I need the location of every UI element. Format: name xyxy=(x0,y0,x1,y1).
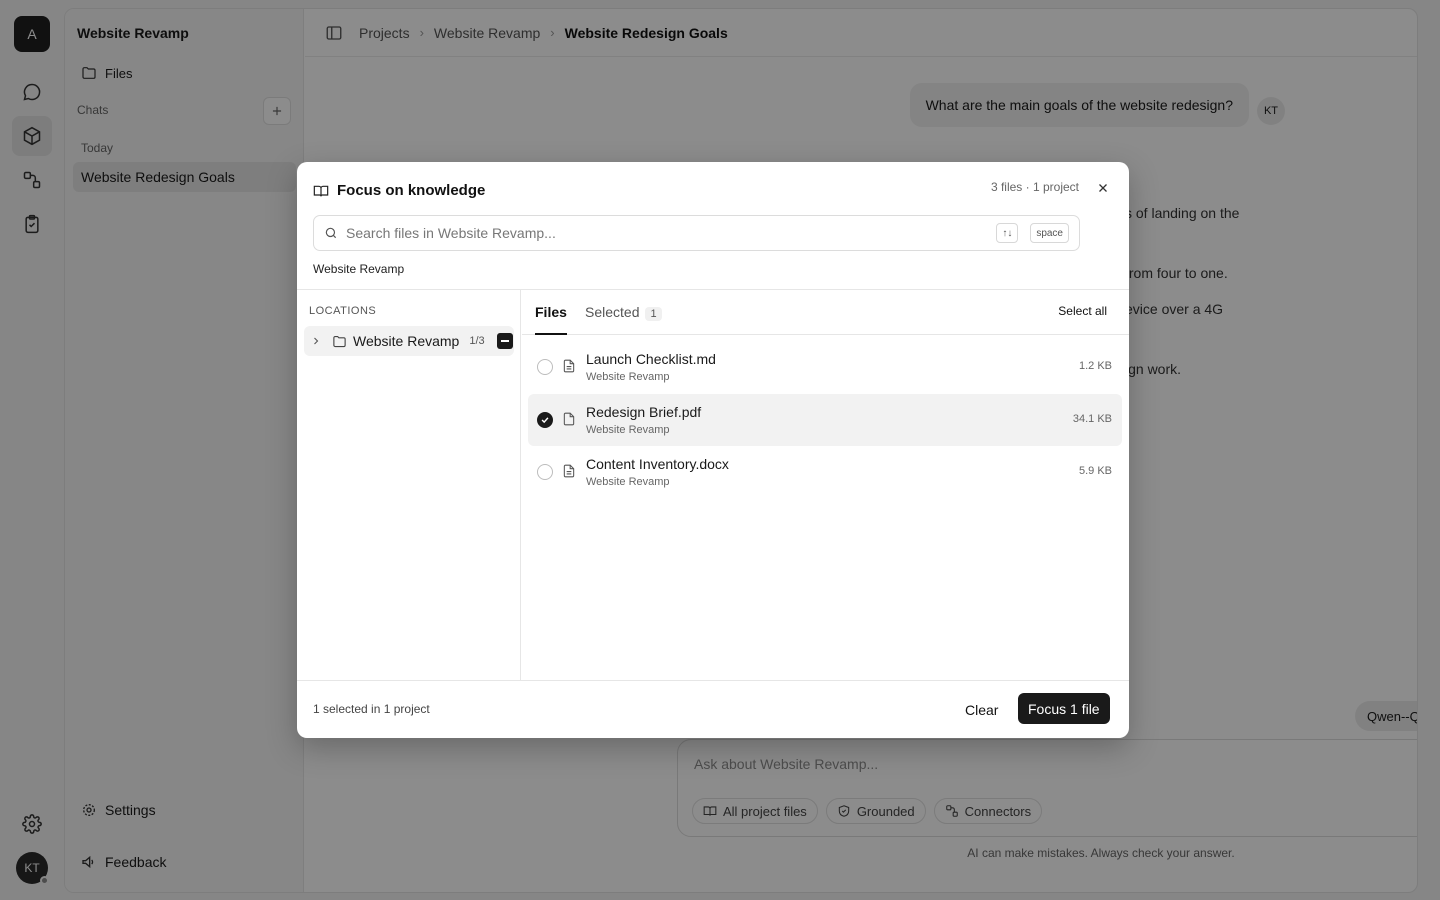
file-name: Redesign Brief.pdf xyxy=(586,404,702,420)
file-location: Website Revamp xyxy=(586,476,670,488)
file-search: ↑↓ space xyxy=(313,215,1080,251)
files-panel: Files Selected 1 Select all Launch Checkl… xyxy=(522,290,1129,680)
book-open-icon xyxy=(313,183,329,199)
file-row[interactable]: Redesign Brief.pdf Website Revamp 34.1 K… xyxy=(528,394,1122,446)
chevron-right-icon[interactable] xyxy=(310,335,322,347)
files-tabs: Files Selected 1 Select all xyxy=(522,290,1129,335)
select-all-button[interactable]: Select all xyxy=(1058,304,1107,318)
focus-files-button[interactable]: Focus 1 file xyxy=(1018,693,1110,724)
location-name: Website Revamp xyxy=(353,333,460,349)
modal-file-count: 3 files · 1 project xyxy=(990,180,1079,194)
search-icon xyxy=(324,226,338,240)
tab-files[interactable]: Files xyxy=(535,304,567,335)
modal-body: LOCATIONS Website Revamp 1/3 Files Selec… xyxy=(297,289,1129,681)
kbd-space: space xyxy=(1030,223,1069,243)
modal-title-text: Focus on knowledge xyxy=(337,182,486,199)
tab-selected[interactable]: Selected 1 xyxy=(585,304,662,335)
file-row[interactable]: Content Inventory.docx Website Revamp 5.… xyxy=(528,446,1122,498)
search-scope: Website Revamp xyxy=(313,262,405,276)
tab-selected-label: Selected xyxy=(585,304,640,320)
file-size: 5.9 KB xyxy=(1078,465,1112,477)
search-input[interactable] xyxy=(346,225,989,241)
selected-count-badge: 1 xyxy=(645,307,662,321)
file-text-icon xyxy=(562,463,576,479)
file-size: 34.1 KB xyxy=(1072,413,1112,425)
location-fraction: 1/3 xyxy=(469,335,485,347)
file-checkbox-checked[interactable] xyxy=(537,412,553,428)
file-size: 1.2 KB xyxy=(1078,360,1112,372)
file-row[interactable]: Launch Checklist.md Website Revamp 1.2 K… xyxy=(528,341,1122,393)
partial-checkbox[interactable] xyxy=(496,333,513,349)
folder-icon xyxy=(332,334,347,349)
file-checkbox[interactable] xyxy=(537,464,553,480)
locations-heading: LOCATIONS xyxy=(309,305,377,317)
location-item[interactable]: Website Revamp 1/3 xyxy=(304,326,514,356)
file-name: Content Inventory.docx xyxy=(586,456,729,472)
modal-title: Focus on knowledge xyxy=(313,182,485,199)
close-button[interactable] xyxy=(1091,176,1115,200)
file-location: Website Revamp xyxy=(586,371,670,383)
focus-knowledge-modal: Focus on knowledge 3 files · 1 project ↑… xyxy=(297,162,1129,738)
file-icon xyxy=(562,411,576,427)
locations-panel: LOCATIONS Website Revamp 1/3 xyxy=(297,290,521,680)
selection-status: 1 selected in 1 project xyxy=(313,702,430,716)
clear-button[interactable]: Clear xyxy=(959,695,1004,725)
file-checkbox[interactable] xyxy=(537,359,553,375)
kbd-arrows: ↑↓ xyxy=(996,223,1019,243)
file-text-icon xyxy=(562,358,576,374)
close-icon xyxy=(1096,181,1110,195)
file-location: Website Revamp xyxy=(586,424,670,436)
file-name: Launch Checklist.md xyxy=(586,351,716,367)
